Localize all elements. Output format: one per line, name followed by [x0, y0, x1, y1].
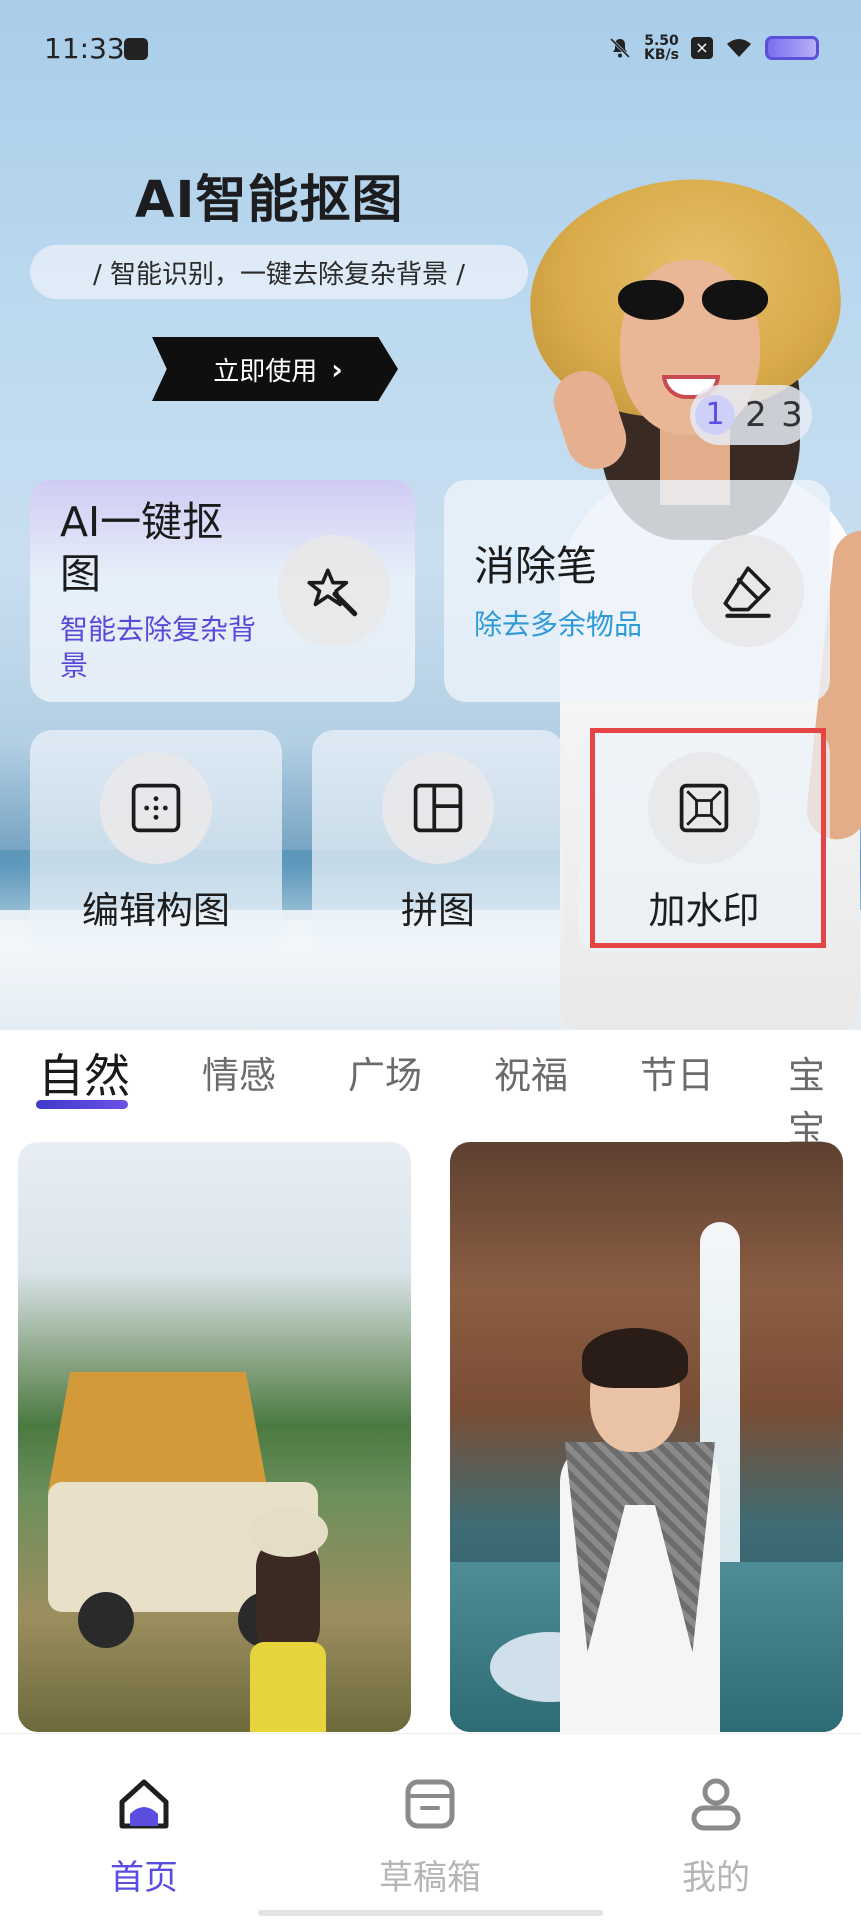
bell-muted-icon — [609, 37, 631, 59]
eraser-desc: 除去多余物品 — [474, 608, 643, 641]
tab-blessing[interactable]: 祝福 — [494, 1045, 568, 1099]
status-bar: 11:33 5.50 KB/s × — [0, 0, 861, 100]
nav-home-label: 首页 — [110, 1858, 178, 1898]
eraser-title: 消除笔 — [474, 542, 597, 590]
chevron-right-icon: › — [331, 352, 343, 386]
network-speed: 5.50 KB/s — [644, 34, 679, 62]
network-speed-unit: KB/s — [644, 47, 679, 63]
network-speed-value: 5.50 — [644, 33, 679, 49]
nav-drafts[interactable]: 草稿箱 — [330, 1774, 530, 1899]
nav-mine[interactable]: 我的 — [616, 1774, 816, 1899]
nav-home[interactable]: 首页 — [44, 1774, 244, 1899]
eraser-card[interactable]: 消除笔 除去多余物品 — [444, 480, 830, 702]
pager-page-1[interactable]: 1 — [695, 395, 735, 435]
edit-layout-card[interactable]: 编辑构图 — [30, 730, 282, 952]
grid-icon — [100, 752, 212, 864]
user-icon — [691, 1778, 741, 1831]
tab-nature[interactable]: 自然 — [38, 1040, 130, 1106]
watermark-icon — [648, 752, 760, 864]
tab-emotion[interactable]: 情感 — [202, 1045, 276, 1099]
edit-layout-label: 编辑构图 — [82, 889, 230, 932]
active-tab-indicator — [36, 1100, 128, 1109]
nav-mine-label: 我的 — [682, 1858, 750, 1898]
template-thumbnail[interactable] — [18, 1142, 411, 1732]
nav-drafts-label: 草稿箱 — [379, 1858, 481, 1898]
ai-cutout-card[interactable]: AI一键抠图 智能去除复杂背景 — [30, 480, 415, 702]
drafts-box-icon — [405, 1779, 455, 1829]
close-box-icon: × — [691, 37, 713, 59]
pager-page-3[interactable]: 3 — [777, 395, 807, 435]
bottom-navigation: 首页 草稿箱 我的 — [0, 1733, 861, 1920]
status-time: 11:33 — [44, 32, 125, 65]
watermark-label: 加水印 — [648, 889, 760, 932]
eraser-icon — [692, 535, 804, 647]
message-icon — [124, 38, 148, 60]
banner-title: AI智能抠图 — [135, 171, 404, 230]
use-now-label: 立即使用 — [213, 356, 318, 387]
watermark-card[interactable]: 加水印 — [578, 730, 830, 952]
collage-icon — [382, 752, 494, 864]
tab-holiday[interactable]: 节日 — [640, 1045, 714, 1099]
banner-subtitle: / 智能识别，一键去除复杂背景 / — [30, 245, 528, 299]
tab-baby[interactable]: 宝宝 — [788, 1045, 861, 1153]
pager-page-2[interactable]: 2 — [741, 395, 771, 435]
home-indicator — [258, 1910, 603, 1916]
magic-wand-icon — [278, 535, 390, 647]
home-icon — [119, 1779, 169, 1829]
collage-card[interactable]: 拼图 — [312, 730, 564, 952]
wifi-icon — [727, 39, 751, 57]
use-now-button[interactable]: 立即使用 › — [152, 337, 398, 401]
ai-cutout-desc: 智能去除复杂背景 — [60, 613, 257, 682]
ai-cutout-title: AI一键抠图 — [60, 498, 224, 598]
battery-icon — [765, 36, 819, 60]
collage-label: 拼图 — [401, 889, 475, 932]
tab-square[interactable]: 广场 — [348, 1045, 422, 1099]
banner-pager[interactable]: 1 2 3 — [690, 385, 812, 445]
template-thumbnail[interactable] — [450, 1142, 843, 1732]
